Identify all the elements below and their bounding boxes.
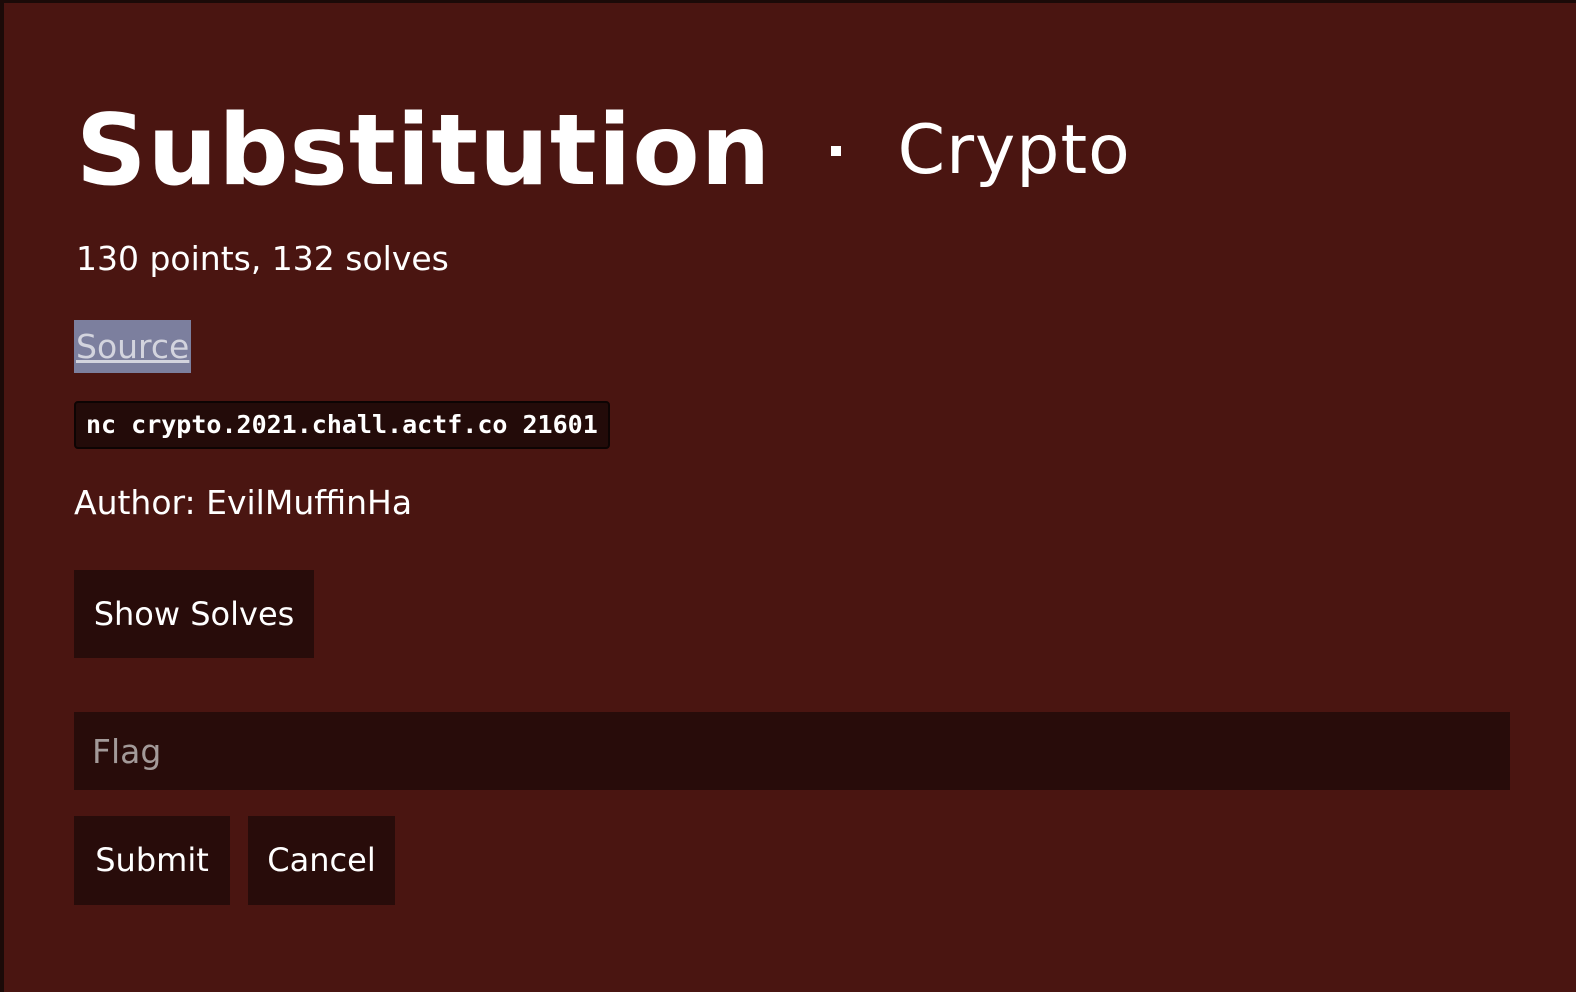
title-separator-dot: [830, 146, 841, 156]
show-solves-button[interactable]: Show Solves: [74, 570, 314, 658]
challenge-author: Author: EvilMuffinHa: [74, 483, 413, 522]
challenge-category: Crypto: [897, 111, 1131, 190]
challenge-modal: Substitution Crypto 130 points, 132 solv…: [4, 3, 1576, 992]
flag-input[interactable]: [74, 712, 1510, 790]
challenge-stats: 130 points, 132 solves: [76, 239, 449, 278]
connection-command: nc crypto.2021.chall.actf.co 21601: [74, 401, 610, 449]
challenge-header: Substitution Crypto: [76, 91, 1131, 211]
submit-button[interactable]: Submit: [74, 816, 230, 905]
cancel-button[interactable]: Cancel: [248, 816, 395, 905]
source-link[interactable]: Source: [74, 320, 192, 373]
challenge-title: Substitution: [76, 94, 772, 208]
